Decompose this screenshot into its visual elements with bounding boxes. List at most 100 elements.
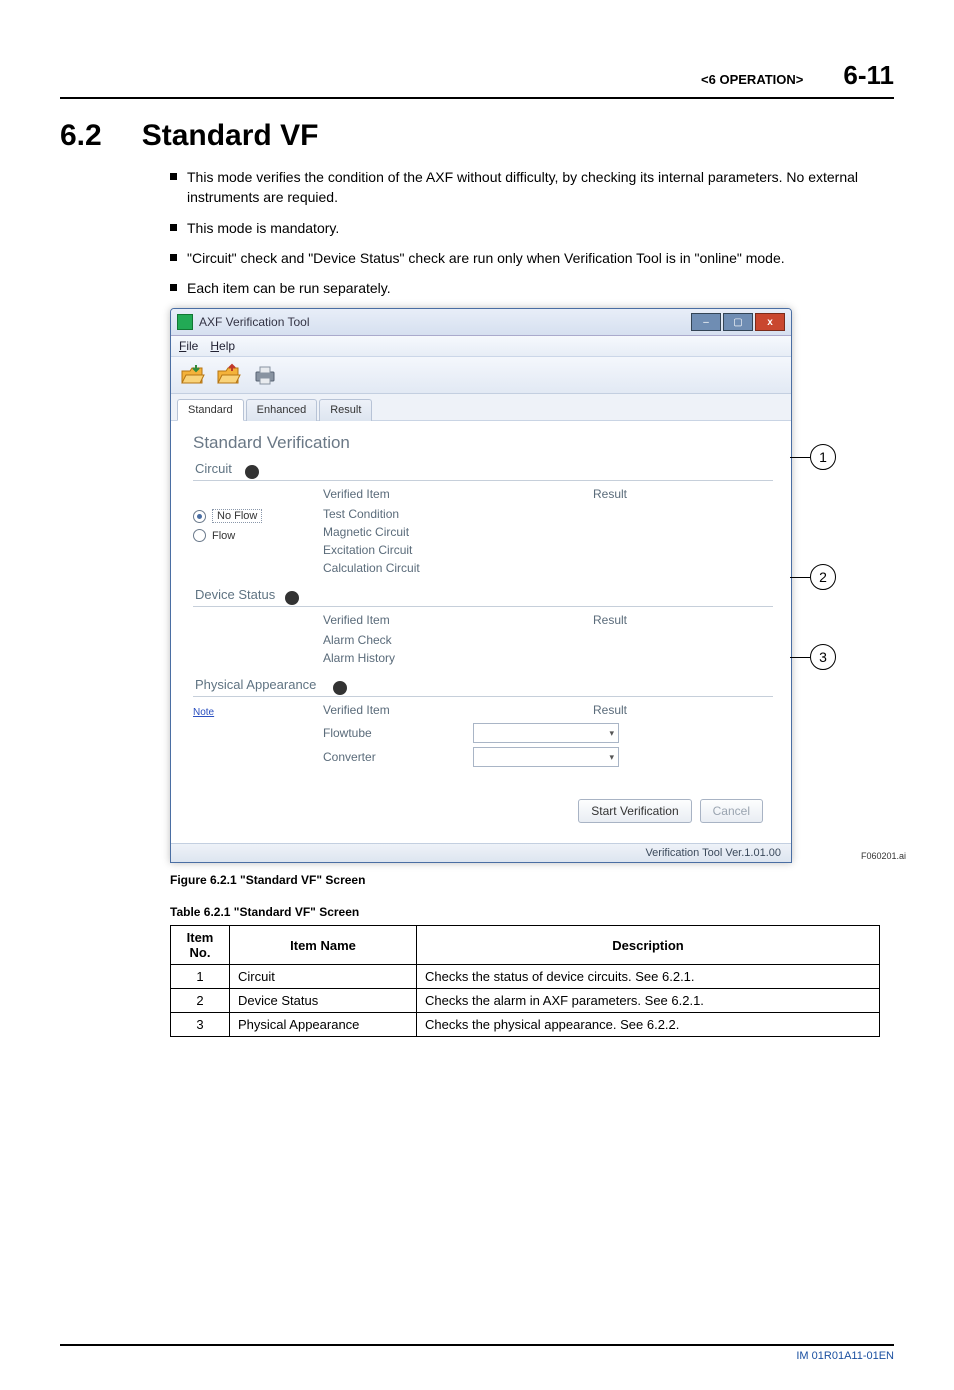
page: <6 OPERATION> 6-11 6.2 Standard VF This … [0,0,954,1390]
table-row: 3 Physical Appearance Checks the physica… [171,1013,880,1037]
col-result: Result [553,613,773,627]
cancel-button[interactable]: Cancel [700,799,763,823]
close-button[interactable]: x [755,313,785,331]
col-result: Result [553,487,773,501]
callout-3: 3 [790,644,836,670]
grid-row: Alarm Check [323,631,773,649]
physical-label: Physical Appearance [193,677,316,694]
grid-header: Verified Item Result [323,703,773,717]
circuit-band: Circuit [193,461,773,481]
bullet-text: Each item can be run separately. [187,278,391,298]
bullet-icon [170,173,177,180]
radio-noflow[interactable]: No Flow [193,509,323,523]
app-window: AXF Verification Tool – ▢ x File Help [170,308,792,863]
figure-caption: Figure 6.2.1 "Standard VF" Screen [170,873,894,887]
maximize-button[interactable]: ▢ [723,313,753,331]
cell-name: Circuit [230,965,417,989]
callout-line [790,577,810,578]
radio-label: Flow [212,530,235,542]
physical-row: Converter ▾ [323,745,773,769]
radio-icon [193,529,206,542]
bullet-text: This mode is mandatory. [187,218,339,238]
titlebar-left: AXF Verification Tool [177,314,310,330]
section-title: Standard VF [142,119,319,153]
physical-band: Physical Appearance [193,677,773,697]
row-label: Flowtube [323,726,473,740]
tabstrip: Standard Enhanced Result [171,394,791,421]
grid-row: Test Condition [323,505,773,523]
callout-knob [285,591,299,605]
physical-section: Note Verified Item Result Flowtube ▾ Con… [193,703,773,769]
spacer [193,613,323,667]
row-label: Converter [323,750,473,764]
menu-file[interactable]: File [179,339,198,353]
page-header: <6 OPERATION> 6-11 [60,60,894,99]
app-icon [177,314,193,330]
note-link[interactable]: Note [193,705,323,718]
chapter-label: <6 OPERATION> [701,72,803,87]
page-number: 6-11 [843,60,894,91]
flowtube-select[interactable]: ▾ [473,723,619,743]
separator [193,606,773,607]
device-section: Verified Item Result Alarm Check Alarm H… [193,613,773,667]
radio-label: No Flow [212,509,262,523]
description-table: Item No. Item Name Description 1 Circuit… [170,925,880,1037]
bullet-icon [170,254,177,261]
callout-knob [245,465,259,479]
minimize-button[interactable]: – [691,313,721,331]
statusbar: Verification Tool Ver.1.01.00 [171,843,791,862]
tab-standard[interactable]: Standard [177,399,244,421]
physical-grid: Verified Item Result Flowtube ▾ Converte… [323,703,773,769]
col-verified-item: Verified Item [323,487,553,501]
radio-flow[interactable]: Flow [193,529,323,542]
table-caption: Table 6.2.1 "Standard VF" Screen [170,905,894,919]
physical-row: Flowtube ▾ [323,721,773,745]
th-item-name: Item Name [230,926,417,965]
panel-heading: Standard Verification [193,433,773,453]
callout-2: 2 [790,564,836,590]
menubar: File Help [171,336,791,357]
page-footer: IM 01R01A11-01EN [60,1344,894,1362]
tab-result[interactable]: Result [319,399,372,421]
converter-select[interactable]: ▾ [473,747,619,767]
doc-id: IM 01R01A11-01EN [796,1350,894,1362]
cell-name: Physical Appearance [230,1013,417,1037]
cell-no: 3 [171,1013,230,1037]
bullet-item: "Circuit" check and "Device Status" chec… [170,248,894,268]
bullet-icon [170,284,177,291]
bullet-item: This mode verifies the condition of the … [170,167,894,208]
cell-desc: Checks the status of device circuits. Se… [417,965,880,989]
cell-no: 1 [171,965,230,989]
bullet-text: This mode verifies the condition of the … [187,167,894,208]
print-icon[interactable] [251,361,279,389]
start-verification-button[interactable]: Start Verification [578,799,691,823]
save-icon[interactable] [215,361,243,389]
content-area: Standard Verification Circuit No Flow [171,421,791,843]
version-label: Verification Tool Ver.1.01.00 [645,847,781,859]
tab-enhanced[interactable]: Enhanced [246,399,318,421]
menu-help[interactable]: Help [210,339,235,353]
window-title: AXF Verification Tool [199,315,310,329]
bullet-item: This mode is mandatory. [170,218,894,238]
grid-header: Verified Item Result [323,613,773,627]
callout-1: 1 [790,444,836,470]
bullet-list: This mode verifies the condition of the … [170,167,894,298]
open-icon[interactable] [179,361,207,389]
window-controls: – ▢ x [691,313,785,331]
radio-icon [193,510,206,523]
th-description: Description [417,926,880,965]
callout-line [790,657,810,658]
circuit-label: Circuit [193,461,232,478]
cell-desc: Checks the alarm in AXF parameters. See … [417,989,880,1013]
col-result: Result [553,703,773,717]
device-label: Device Status [193,587,275,604]
cell-no: 2 [171,989,230,1013]
grid-row: Alarm History [323,649,773,667]
device-band: Device Status [193,587,773,607]
col-verified-item: Verified Item [323,613,553,627]
circuit-radios: No Flow Flow [193,487,323,577]
section-number: 6.2 [60,119,102,153]
th-item-no: Item No. [171,926,230,965]
col-verified-item: Verified Item [323,703,553,717]
bullet-icon [170,224,177,231]
